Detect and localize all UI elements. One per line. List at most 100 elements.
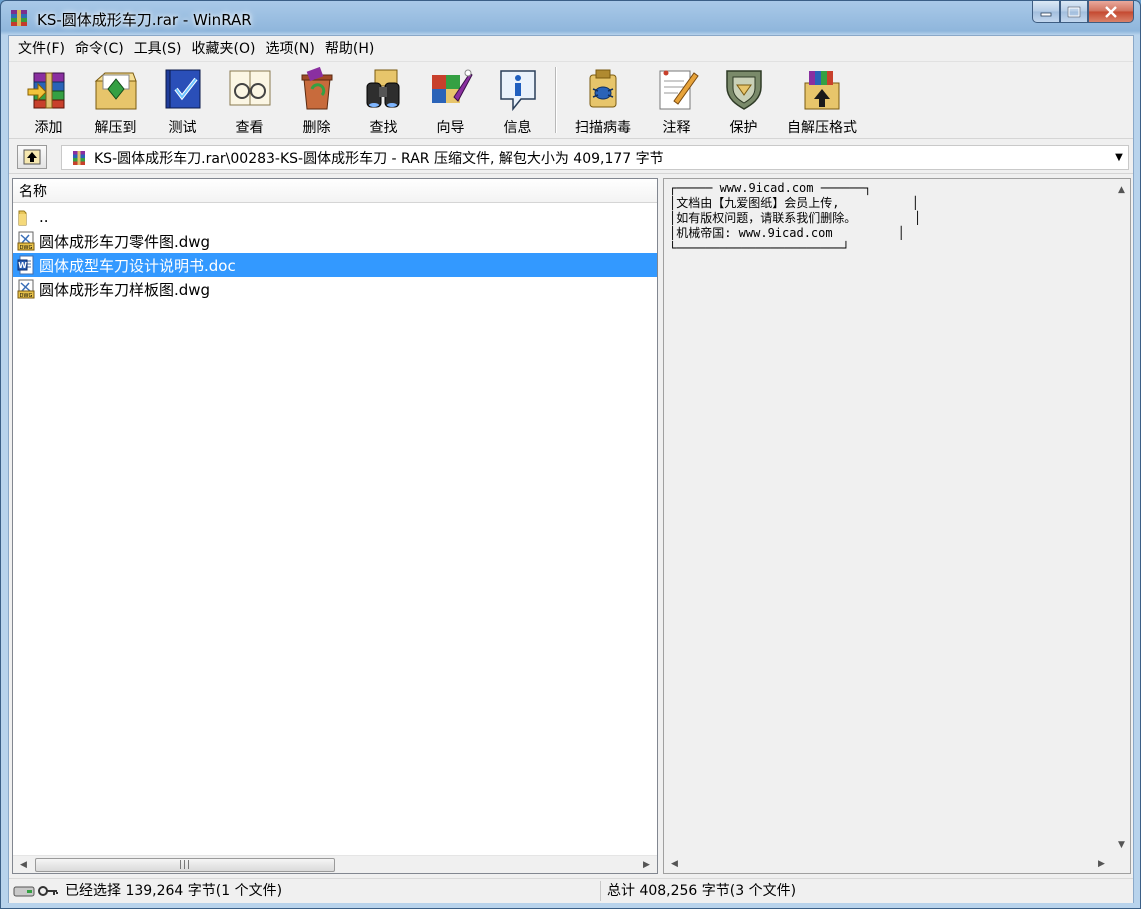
list-item[interactable]: DWG 圆体成形车刀样板图.dwg [13,277,657,301]
file-list-pane: 名称 .. DWG 圆体成形车刀零件图.dwg W 圆体成型车刀设计说明书.do… [12,178,658,874]
find-button[interactable]: 查找 [350,63,417,137]
wizard-button[interactable]: 向导 [417,63,484,137]
list-item-selected[interactable]: W 圆体成型车刀设计说明书.doc [13,253,657,277]
find-icon [366,69,399,108]
menu-commands[interactable]: 命令(C) [70,36,129,62]
horizontal-scrollbar[interactable]: ◀ ||| ▶ [13,855,657,873]
status-bar: 已经选择 139,264 字节(1 个文件) 总计 408,256 字节(3 个… [9,878,1133,903]
comment-pane: ┌───── www.9icad.com ──────┐ │文档由【九爱图纸】会员… [663,178,1131,874]
menu-help[interactable]: 帮助(H) [320,36,379,62]
menu-file[interactable]: 文件(F) [13,36,70,62]
comment-button[interactable]: 注释 [643,63,710,137]
extract-to-icon [94,72,137,110]
scroll-up-icon[interactable]: ▲ [1113,181,1130,198]
view-button[interactable]: 查看 [216,63,283,137]
scroll-thumb[interactable]: ||| [35,858,335,872]
minimize-button[interactable] [1032,1,1060,23]
file-name: 圆体成形车刀样板图.dwg [39,280,211,299]
vertical-scrollbar[interactable]: ▲ ▼ [1113,179,1130,855]
maximize-icon [1067,6,1081,17]
test-button[interactable]: 测试 [149,63,216,137]
archive-comment: ┌───── www.9icad.com ──────┐ │文档由【九爱图纸】会员… [669,181,921,256]
wizard-label: 向导 [436,120,465,136]
file-list: .. DWG 圆体成形车刀零件图.dwg W 圆体成型车刀设计说明书.doc D… [13,205,657,301]
view-icon [229,70,270,106]
arrow-up-icon [23,149,41,165]
scroll-left-icon[interactable]: ◀ [666,855,683,872]
menu-options[interactable]: 选项(N) [260,36,319,62]
comment-line: └───────────────────────┘ [669,241,850,255]
scroll-right-icon[interactable]: ▶ [638,856,655,873]
protect-button[interactable]: 保护 [710,63,777,137]
menu-bar: 文件(F) 命令(C) 工具(S) 收藏夹(O) 选项(N) 帮助(H) [9,36,1133,62]
virus-scan-button[interactable]: 扫描病毒 [563,63,643,137]
info-label: 信息 [503,120,532,136]
list-item[interactable]: .. [13,205,657,229]
menu-favorites[interactable]: 收藏夹(O) [187,36,261,62]
find-label: 查找 [369,120,398,136]
dwg-file-icon: DWG [17,279,35,299]
protect-icon [725,70,762,110]
comment-line: │如有版权问题，请联系我们删除。 │ [669,211,922,225]
client-area: 文件(F) 命令(C) 工具(S) 收藏夹(O) 选项(N) 帮助(H) 添加 [8,35,1134,903]
file-name: 圆体成形车刀零件图.dwg [39,232,211,251]
minimize-icon [1040,12,1052,16]
list-item[interactable]: DWG 圆体成形车刀零件图.dwg [13,229,657,253]
folder-icon [18,210,27,226]
horizontal-scrollbar[interactable]: ◀ ▶ [664,855,1130,873]
menu-tools[interactable]: 工具(S) [129,36,187,62]
delete-button[interactable]: 删除 [283,63,350,137]
file-name: 圆体成型车刀设计说明书.doc [39,256,236,275]
file-name: .. [39,208,49,226]
rar-archive-icon [73,150,85,165]
view-label: 查看 [235,120,264,136]
address-bar: KS-圆体成形车刀.rar\00283-KS-圆体成形车刀 - RAR 压缩文件… [9,140,1133,174]
path-field[interactable]: KS-圆体成形车刀.rar\00283-KS-圆体成形车刀 - RAR 压缩文件… [61,145,1129,170]
close-button[interactable] [1088,1,1134,23]
scroll-down-icon[interactable]: ▼ [1113,836,1130,853]
column-header-name[interactable]: 名称 [13,179,657,203]
virus-scan-label: 扫描病毒 [575,120,631,136]
info-icon [499,70,536,111]
sfx-label: 自解压格式 [787,120,857,136]
scroll-left-icon[interactable]: ◀ [15,856,32,873]
comment-icon [659,70,699,110]
info-button[interactable]: 信息 [484,63,551,137]
status-icons [9,881,61,901]
word-doc-icon: W [17,255,34,275]
comment-line: │文档由【九爱图纸】会员上传, │ [669,196,919,210]
sfx-button[interactable]: 自解压格式 [777,63,867,137]
wizard-icon [431,69,473,103]
toolbar: 添加 解压到 测试 查看 删除 查找 向导 信息 扫描病毒 注释 保护 自解压格… [9,63,1133,139]
test-label: 测试 [168,120,197,136]
up-one-level-button[interactable] [17,145,47,169]
path-text: KS-圆体成形车刀.rar\00283-KS-圆体成形车刀 - RAR 压缩文件… [94,150,664,167]
svg-text:DWG: DWG [20,293,33,299]
dwg-file-icon: DWG [17,231,35,251]
extract-to-label: 解压到 [94,120,137,136]
test-icon [165,69,200,109]
toolbar-separator [555,67,557,133]
svg-text:W: W [18,261,27,270]
extract-to-button[interactable]: 解压到 [82,63,149,137]
comment-line: ┌───── www.9icad.com ──────┐ [669,181,872,195]
key-icon [38,886,58,896]
comment-line: │机械帝国: www.9icad.com │ [669,226,905,240]
delete-label: 删除 [302,120,331,136]
sfx-icon [804,71,840,110]
add-button[interactable]: 添加 [15,63,82,137]
delete-icon [301,67,332,110]
comment-label: 注释 [662,120,691,136]
protect-label: 保护 [729,120,758,136]
virus-scan-icon [589,69,617,108]
winrar-window: KS-圆体成形车刀.rar - WinRAR 文件(F) 命令(C) 工具(S)… [0,0,1141,909]
scroll-right-icon[interactable]: ▶ [1093,855,1110,872]
status-total: 总计 408,256 字节(3 个文件) [607,883,797,899]
winrar-app-icon [11,10,27,26]
chevron-down-icon[interactable]: ▼ [1110,152,1128,163]
title-bar[interactable]: KS-圆体成形车刀.rar - WinRAR [1,1,1140,35]
maximize-button[interactable] [1060,1,1088,23]
drive-icon [13,886,35,897]
close-icon [1105,5,1117,18]
svg-text:DWG: DWG [20,245,33,251]
